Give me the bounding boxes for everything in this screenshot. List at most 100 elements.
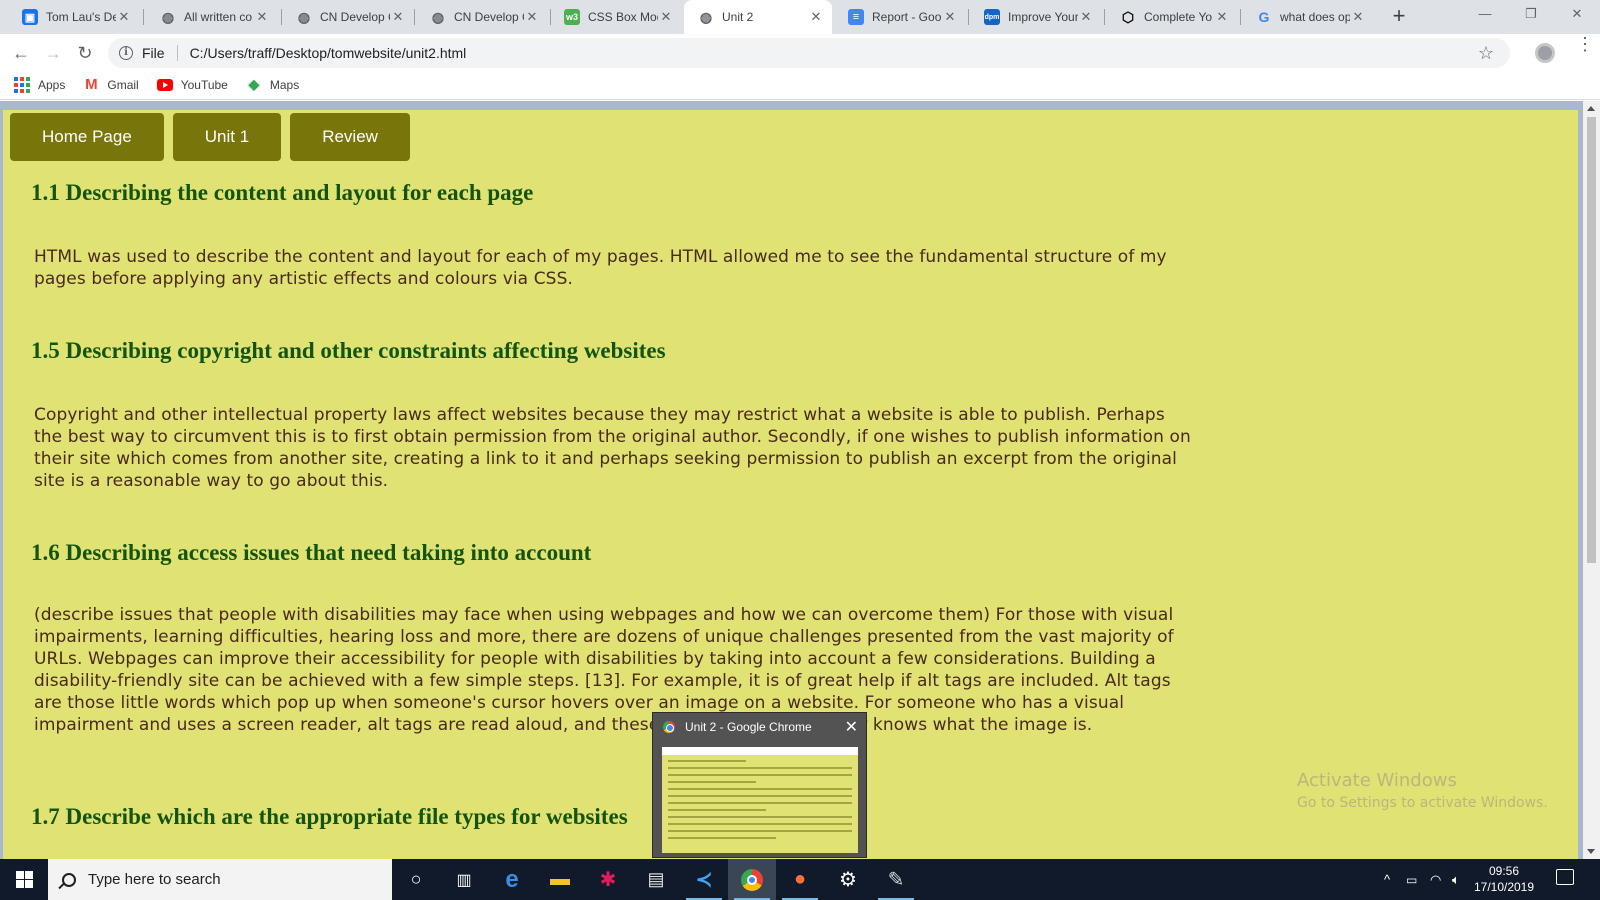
apps-grid-icon — [14, 76, 30, 93]
watermark-subtitle: Go to Settings to activate Windows. — [1297, 795, 1548, 811]
scrollbar-thumb[interactable] — [1587, 117, 1596, 563]
paint-icon[interactable]: ✎ — [872, 859, 920, 900]
profile-avatar-icon[interactable] — [1535, 43, 1555, 63]
taskbar-search[interactable]: Type here to search — [48, 859, 392, 900]
nav-review-button[interactable]: Review — [290, 113, 410, 161]
new-tab-button[interactable]: + — [1386, 4, 1412, 30]
docs-icon: ≡ — [848, 9, 864, 25]
bookmark-maps[interactable]: ◆ Maps — [246, 76, 300, 93]
section-body: Copyright and other intellectual propert… — [34, 405, 1191, 491]
tab-title: Improve Your — [1008, 10, 1078, 24]
vertical-scrollbar[interactable] — [1583, 101, 1600, 859]
scroll-up-icon[interactable] — [1587, 106, 1595, 111]
slack-icon[interactable]: ✱ — [584, 859, 632, 900]
close-icon[interactable]: ✕ — [658, 9, 674, 25]
close-icon[interactable]: ✕ — [845, 717, 858, 737]
reload-icon[interactable]: ↻ — [72, 40, 98, 66]
edge-icon[interactable]: e — [488, 859, 536, 900]
task-view-icon[interactable]: ▥ — [440, 859, 488, 900]
tab-7[interactable]: ≡ Report - Goo ✕ — [834, 0, 966, 34]
tab-6-active[interactable]: ◍ Unit 2 ✕ — [684, 0, 832, 34]
menu-icon[interactable]: ⋮ — [1576, 35, 1594, 53]
codepen-icon: ⬡ — [1121, 8, 1135, 25]
clock-date: 17/10/2019 — [1473, 880, 1535, 894]
preview-thumbnail[interactable] — [662, 747, 858, 853]
tab-title: CN Develop C — [320, 10, 390, 24]
action-center-icon[interactable] — [1556, 869, 1574, 885]
tab-title: CN Develop C — [454, 10, 524, 24]
gmail-icon: M — [85, 76, 98, 93]
close-icon[interactable]: ✕ — [116, 9, 132, 25]
nav-home-page-button[interactable]: Home Page — [10, 113, 164, 161]
vscode-icon[interactable]: ≺ — [680, 859, 728, 900]
chrome-taskbar-button[interactable] — [728, 859, 776, 900]
close-icon[interactable]: ✕ — [808, 9, 824, 25]
info-icon[interactable]: i — [119, 46, 133, 60]
close-icon[interactable]: ✕ — [524, 9, 540, 25]
system-clock[interactable]: 09:56 17/10/2019 — [1468, 863, 1540, 895]
bookmarks-bar: Apps M Gmail YouTube ◆ Maps — [0, 70, 1600, 100]
youtube-icon — [156, 77, 173, 93]
windows-logo-icon — [15, 871, 33, 888]
site-nav: Home Page Unit 1 Review — [10, 113, 410, 161]
close-icon[interactable]: ✕ — [1350, 9, 1366, 25]
show-hidden-icons-icon[interactable]: ^ — [1384, 859, 1390, 900]
tab-title: CSS Box Mod — [588, 10, 658, 24]
tab-title: Unit 2 — [722, 10, 754, 24]
close-icon[interactable]: ✕ — [1214, 9, 1230, 25]
close-icon[interactable]: ✕ — [942, 9, 958, 25]
tab-4[interactable]: ◍ CN Develop C ✕ — [416, 0, 548, 34]
google-icon: G — [1258, 9, 1270, 25]
tab-1[interactable]: ▣ Tom Lau's De ✕ — [8, 0, 140, 34]
section-heading: 1.5 Describing copyright and other const… — [31, 338, 666, 363]
settings-icon[interactable]: ⚙ — [824, 859, 872, 900]
window-close-icon[interactable]: ✕ — [1554, 0, 1600, 30]
globe-icon: ◍ — [297, 8, 311, 25]
close-icon[interactable]: ✕ — [390, 9, 406, 25]
forward-icon[interactable]: → — [40, 40, 66, 66]
document-icon[interactable]: ▤ — [632, 859, 680, 900]
browser-toolbar: ← → ↻ i File C:/Users/traff/Desktop/tomw… — [0, 34, 1600, 70]
tab-title: what does op — [1280, 10, 1350, 24]
close-icon[interactable]: ✕ — [1078, 9, 1094, 25]
tab-5[interactable]: w3 CSS Box Mod ✕ — [550, 0, 682, 34]
nav-unit1-button[interactable]: Unit 1 — [172, 113, 282, 161]
volume-icon[interactable]: 🔈︎ — [1452, 859, 1460, 900]
battery-icon[interactable]: ▭ — [1406, 859, 1417, 900]
chrome-icon — [663, 721, 675, 733]
close-icon[interactable]: ✕ — [254, 9, 270, 25]
taskbar-window-preview[interactable]: Unit 2 - Google Chrome ✕ — [652, 712, 867, 858]
section-body: HTML was used to describe the content an… — [34, 247, 1167, 289]
bookmark-youtube[interactable]: YouTube — [156, 77, 228, 93]
bookmark-gmail[interactable]: M Gmail — [83, 76, 139, 93]
firefox-icon[interactable]: ● — [776, 859, 824, 900]
section-heading: 1.1 Describing the content and layout fo… — [31, 180, 534, 205]
tab-8[interactable]: dpm Improve Your ✕ — [970, 0, 1102, 34]
bookmark-label: YouTube — [180, 77, 228, 92]
scroll-down-icon[interactable] — [1587, 849, 1595, 854]
w3schools-icon: w3 — [564, 9, 580, 25]
url-text[interactable]: C:/Users/traff/Desktop/tomwebsite/unit2.… — [190, 45, 467, 61]
bookmark-label: Apps — [38, 77, 66, 92]
tab-10[interactable]: G what does op ✕ — [1242, 0, 1374, 34]
cortana-icon[interactable]: ○ — [392, 859, 440, 900]
bookmark-label: Gmail — [107, 77, 139, 92]
maps-icon: ◆ — [248, 76, 260, 92]
restore-icon[interactable]: ❐ — [1508, 0, 1554, 30]
wifi-icon[interactable]: ◠ — [1430, 859, 1441, 900]
windows-taskbar: Type here to search ○ ▥ e ▬ ✱ ▤ ≺ ● ⚙ ✎ … — [0, 859, 1600, 900]
bookmark-apps[interactable]: Apps — [14, 76, 66, 93]
tab-2[interactable]: ◍ All written co ✕ — [146, 0, 278, 34]
globe-icon: ◍ — [431, 8, 445, 25]
start-button[interactable] — [0, 859, 48, 900]
star-icon[interactable]: ☆ — [1478, 43, 1494, 64]
tab-9[interactable]: ⬡ Complete Yo ✕ — [1106, 0, 1238, 34]
minimize-icon[interactable]: — — [1462, 0, 1508, 30]
scheme-label: File — [142, 45, 165, 61]
address-bar[interactable]: i File C:/Users/traff/Desktop/tomwebsite… — [108, 38, 1510, 68]
bookmark-label: Maps — [269, 77, 300, 92]
back-icon[interactable]: ← — [8, 40, 34, 66]
section-body: (describe issues that people with disabi… — [34, 605, 1174, 735]
file-explorer-icon[interactable]: ▬ — [536, 859, 584, 900]
tab-3[interactable]: ◍ CN Develop C ✕ — [282, 0, 414, 34]
